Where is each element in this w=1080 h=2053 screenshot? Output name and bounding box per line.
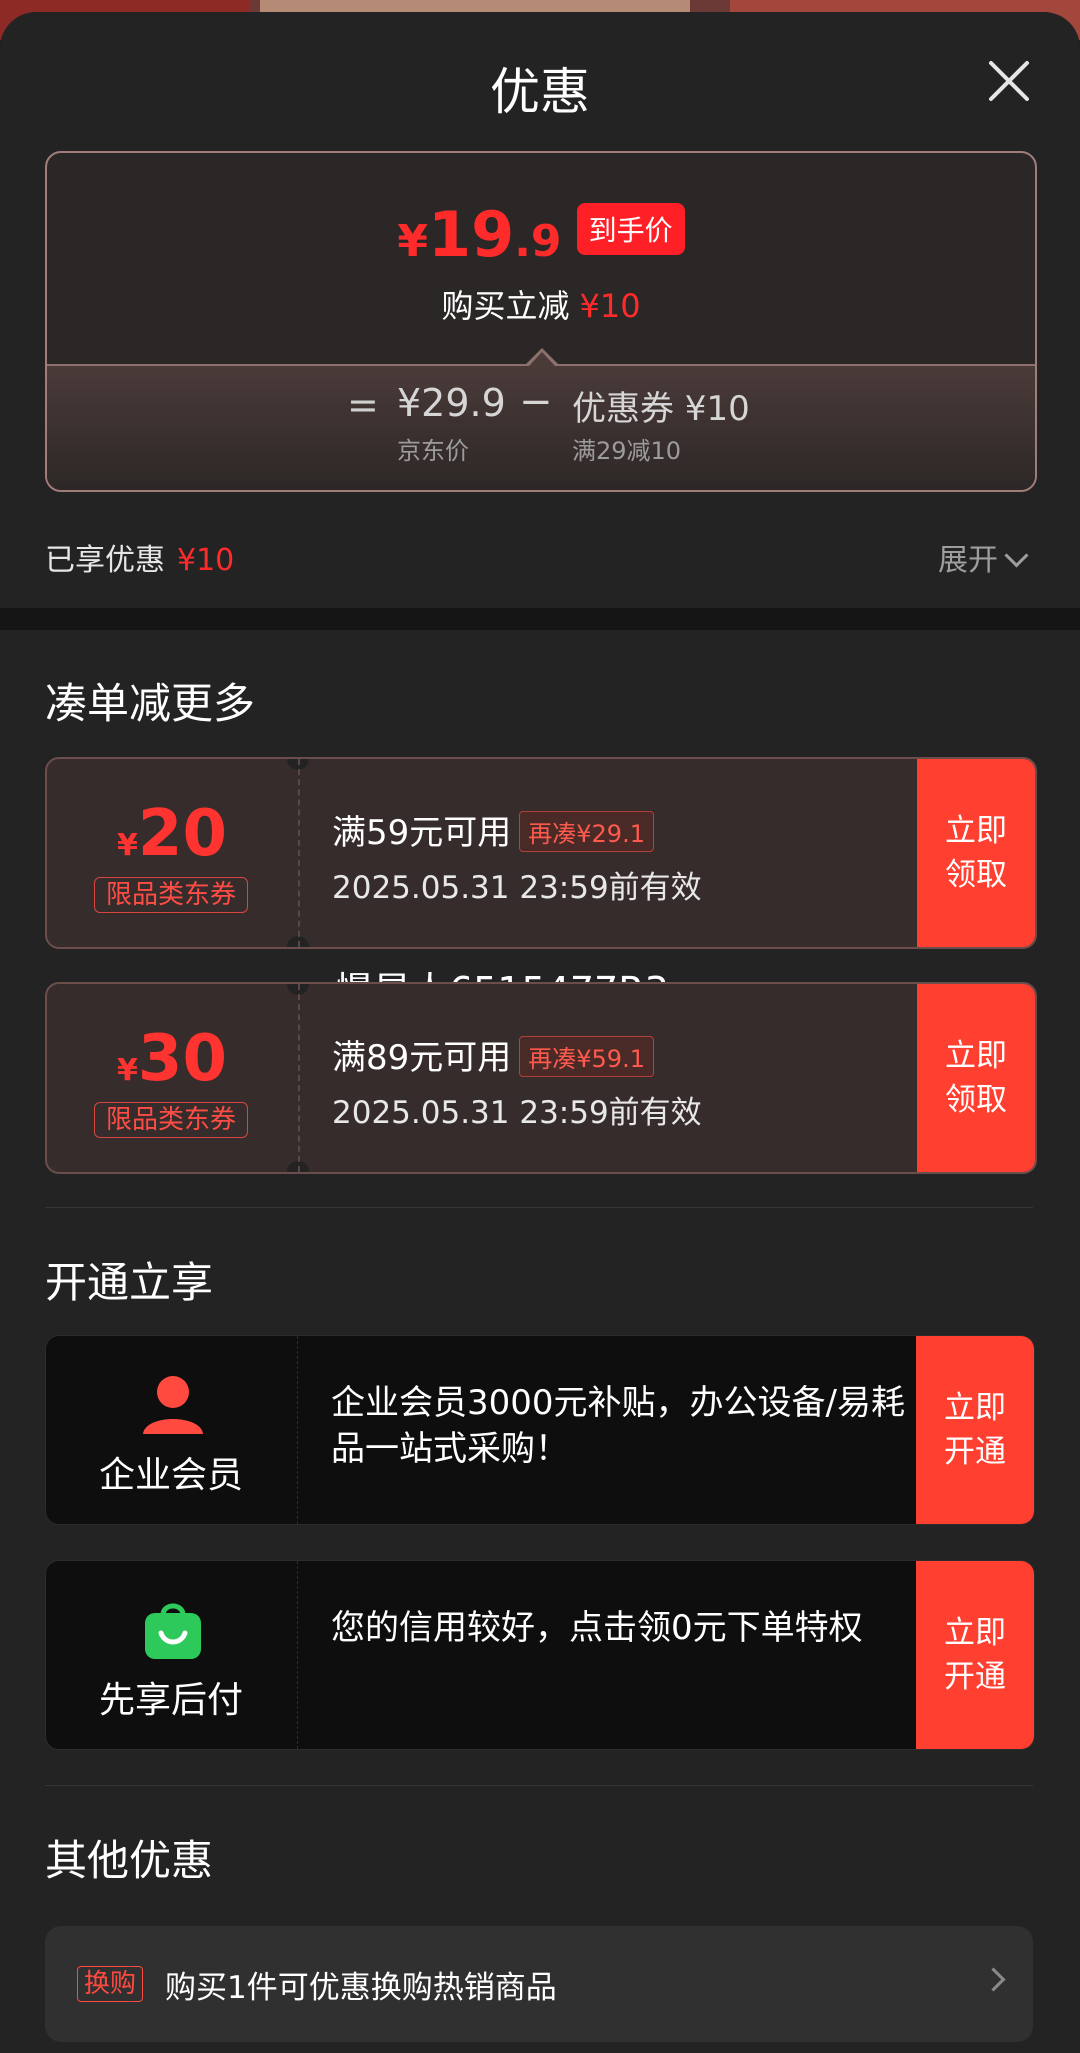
coupon-condition-line: 满89元可用 再凑¥59.1 — [332, 1030, 654, 1080]
member-badge-block: 企业会员 — [46, 1336, 296, 1524]
minus-sign: − — [519, 379, 553, 425]
member-label: 先享后付 — [98, 1680, 243, 1721]
coupon-currency: ¥ — [117, 828, 138, 863]
sheet-title: 优惠 — [490, 63, 590, 121]
expand-button[interactable]: 展开 — [938, 535, 1029, 579]
chevron-right-icon — [981, 1967, 1006, 1992]
chevron-down-icon — [1004, 543, 1029, 568]
button-label-line2: 开通 — [944, 1434, 1006, 1470]
coupon-type-tag: 限品类东券 — [94, 1102, 248, 1138]
currency-symbol: ¥ — [397, 216, 428, 267]
final-price-row: ¥19.9 到手价 — [47, 198, 1035, 271]
ticket-separator — [298, 984, 300, 1172]
coupon-expiry: 2025.05.31 23:59前有效 — [332, 1095, 702, 1131]
coupon-amount: ¥30 — [47, 1022, 297, 1096]
instant-reduction: 购买立减 ¥10 — [47, 281, 1035, 327]
button-label-line1: 立即 — [945, 1038, 1007, 1074]
discount-bottom-sheet: 优惠 ¥19.9 到手价 购买立减 ¥10 = ¥29.9 京东价 − 优惠券 ¥… — [0, 12, 1080, 2053]
reduction-label: 购买立减 — [441, 287, 570, 325]
coupon-amount: ¥20 — [47, 797, 297, 871]
button-label-line2: 领取 — [945, 857, 1007, 893]
button-label-line2: 开通 — [944, 1659, 1006, 1695]
enjoyed-label: 已享优惠 — [45, 543, 165, 578]
open-section-title: 开通立享 — [45, 1258, 214, 1307]
card-separator — [297, 1336, 298, 1524]
card-separator — [297, 1561, 298, 1749]
ticket-separator — [298, 759, 300, 947]
coupon-type-tag: 限品类东券 — [94, 877, 248, 913]
enjoyed-discount: 已享优惠 ¥10 — [45, 535, 234, 579]
divider — [45, 1785, 1033, 1786]
final-price-badge: 到手价 — [576, 202, 685, 255]
person-icon — [141, 1372, 205, 1436]
coupon-currency: ¥ — [117, 1053, 138, 1088]
trade-in-tag: 换购 — [77, 1966, 144, 2002]
price-decimal: .9 — [514, 216, 562, 267]
coupon-value-block: ¥20 限品类东券 — [47, 759, 297, 947]
equals-sign: = — [347, 383, 379, 427]
coupon-condition: 满89元可用 — [332, 1038, 512, 1078]
coupon-condition-line: 满59元可用 再凑¥29.1 — [332, 805, 654, 855]
activate-button[interactable]: 立即 开通 — [916, 1336, 1034, 1524]
claim-coupon-button[interactable]: 立即 领取 — [917, 984, 1035, 1172]
close-icon[interactable] — [985, 57, 1033, 105]
expand-label: 展开 — [938, 543, 998, 578]
other-section-title: 其他优惠 — [45, 1836, 214, 1885]
price-integer: 19 — [427, 198, 515, 271]
coupon-value-block: ¥30 限品类东券 — [47, 984, 297, 1172]
add-more-tag: 再凑¥59.1 — [519, 1036, 654, 1077]
add-more-tag: 再凑¥29.1 — [519, 811, 654, 852]
jd-price: ¥29.9 — [397, 381, 506, 425]
final-price-card: ¥19.9 到手价 购买立减 ¥10 = ¥29.9 京东价 − 优惠券 ¥10 … — [45, 151, 1037, 492]
claim-coupon-button[interactable]: 立即 领取 — [917, 759, 1035, 947]
bundle-section-title: 凑单减更多 — [45, 679, 256, 728]
button-label-line2: 领取 — [945, 1082, 1007, 1118]
breakdown-notch-fill — [529, 352, 555, 366]
button-label-line1: 立即 — [944, 1390, 1006, 1426]
coupon-condition: 满29减10 — [572, 437, 682, 465]
coupon-amount-value: 30 — [137, 1022, 227, 1096]
section-divider — [0, 608, 1080, 630]
coupon-amount-value: 20 — [137, 797, 227, 871]
button-label-line1: 立即 — [945, 813, 1007, 849]
coupon-expiry: 2025.05.31 23:59前有效 — [332, 870, 702, 906]
member-description: 您的信用较好，点击领0元下单特权 — [331, 1608, 863, 1648]
coupon-condition: 满59元可用 — [332, 813, 512, 853]
trade-in-text: 购买1件可优惠换购热销商品 — [165, 1970, 557, 2006]
enjoyed-amount: ¥10 — [177, 543, 235, 578]
member-badge-block: 先享后付 — [46, 1561, 296, 1749]
enterprise-member-card: 企业会员 企业会员3000元补贴，办公设备/易耗品一站式采购！ 立即开通 — [45, 1335, 1035, 1525]
member-label: 企业会员 — [98, 1455, 243, 1496]
pay-later-card: 先享后付 您的信用较好，点击领0元下单特权 立即开通 — [45, 1560, 1035, 1750]
reduction-amount: ¥10 — [579, 287, 641, 325]
jd-price-label: 京东价 — [397, 437, 469, 465]
activate-button[interactable]: 立即 开通 — [916, 1561, 1034, 1749]
trade-in-row[interactable]: 换购 购买1件可优惠换购热销商品 — [45, 1926, 1033, 2042]
member-description: 企业会员3000元补贴，办公设备/易耗品一站式采购！ — [331, 1383, 905, 1469]
button-label-line1: 立即 — [944, 1615, 1006, 1651]
coupon-card: ¥20 限品类东券 满59元可用 再凑¥29.1 2025.05.31 23:59… — [45, 757, 1037, 949]
coupon-deduction: 优惠券 ¥10 — [572, 389, 750, 429]
coupon-card: ¥30 限品类东券 满89元可用 再凑¥59.1 2025.05.31 23:59… — [45, 982, 1037, 1174]
divider — [45, 1207, 1033, 1208]
shopping-bag-icon — [141, 1597, 205, 1661]
final-price: ¥19.9 — [397, 198, 561, 271]
